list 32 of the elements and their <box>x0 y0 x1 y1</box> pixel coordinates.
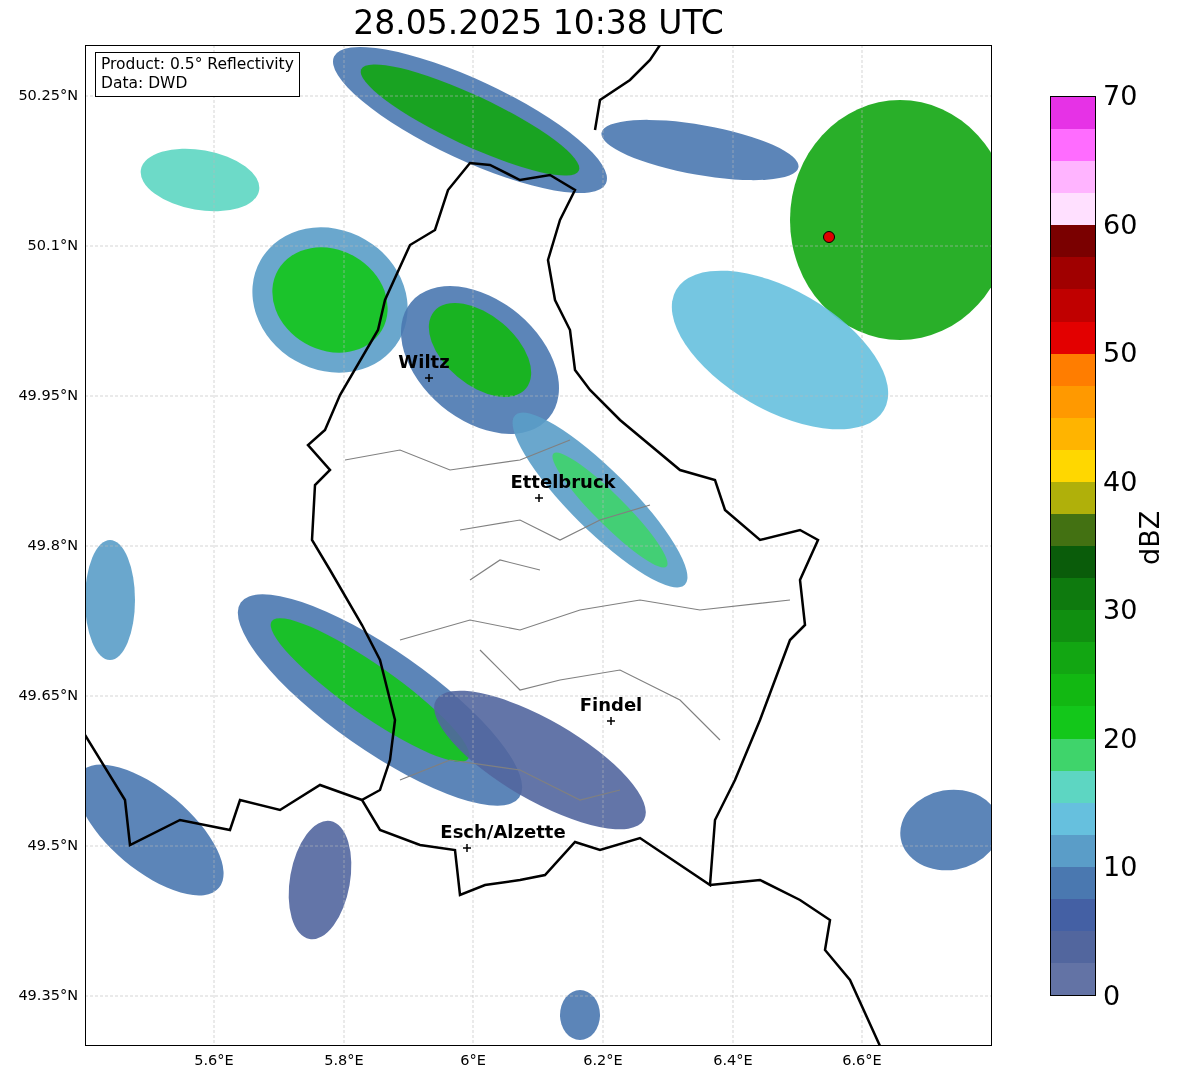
latitude-label: 50.25°N <box>18 87 78 103</box>
longitude-label: 6.6°E <box>841 1052 883 1068</box>
latitude-label: 49.5°N <box>27 837 78 853</box>
colorbar-tick-label: 40 <box>1103 465 1138 498</box>
colorbar-tick-label: 50 <box>1103 337 1138 370</box>
longitude-label: 6.4°E <box>712 1052 754 1068</box>
latitude-label: 49.65°N <box>18 687 78 703</box>
colorbar-tick-label: 70 <box>1103 80 1138 112</box>
longitude-label: 6°E <box>459 1052 487 1068</box>
longitude-label: 5.6°E <box>193 1052 235 1068</box>
longitude-label: 5.8°E <box>323 1052 365 1068</box>
city-label: Findel <box>579 694 643 715</box>
info-text: Data: DWD <box>101 74 189 94</box>
location-marker <box>823 231 835 243</box>
city-marker-icon <box>424 373 434 383</box>
latitude-label: 50.1°N <box>27 237 78 253</box>
longitude-label: 6.2°E <box>582 1052 624 1068</box>
chart-title: 28.05.2025 10:38 UTC <box>353 6 724 39</box>
latitude-label: 49.35°N <box>18 987 78 1003</box>
city-marker-icon <box>606 716 616 726</box>
city-marker-icon <box>462 843 472 853</box>
colorbar-tick-label: 60 <box>1103 208 1138 241</box>
city-marker-icon <box>534 493 544 503</box>
colorbar-tick-label: 30 <box>1103 594 1138 627</box>
latitude-label: 49.8°N <box>27 537 78 553</box>
info-text: Product: 0.5° Reflectivity <box>101 55 294 75</box>
colorbar-tick-label: 0 <box>1103 980 1121 1012</box>
latitude-label: 49.95°N <box>18 387 78 403</box>
city-label: Esch/Alzette <box>440 821 566 842</box>
colorbar-tick-label: 20 <box>1103 722 1138 755</box>
colorbar-tick-label: 10 <box>1103 851 1138 884</box>
colorbar-label: dBZ <box>1134 510 1165 565</box>
